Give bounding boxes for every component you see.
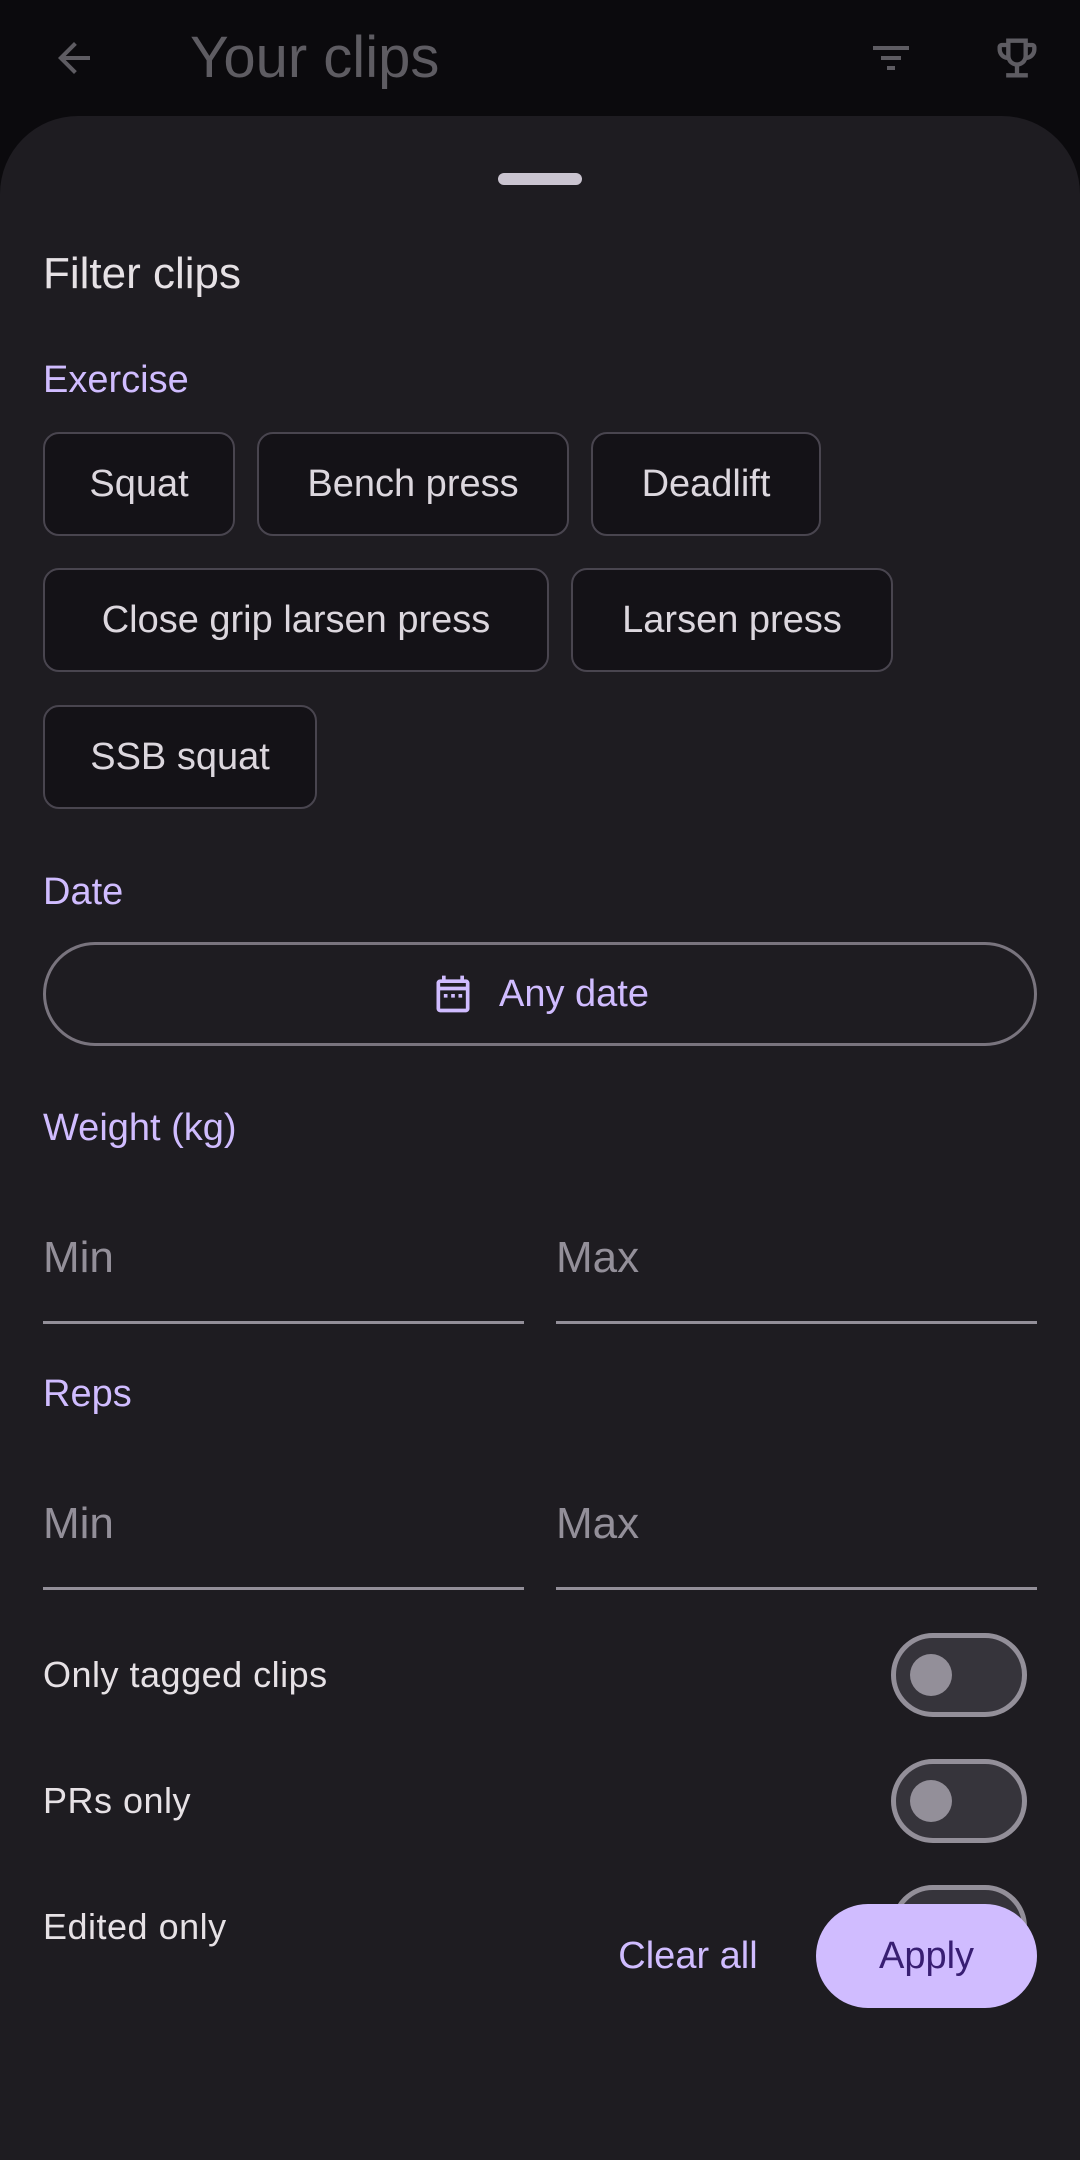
chip-close-grip-larsen-press[interactable]: Close grip larsen press [43, 568, 549, 672]
reps-section-label: Reps [43, 1373, 132, 1415]
prs-only-label: PRs only [43, 1780, 192, 1821]
weight-section-label: Weight (kg) [43, 1107, 237, 1149]
apply-button[interactable]: Apply [816, 1904, 1037, 2008]
switch-thumb [910, 1780, 952, 1822]
only-tagged-clips-label: Only tagged clips [43, 1654, 328, 1695]
chip-bench-press[interactable]: Bench press [257, 432, 569, 536]
reps-max-input[interactable]: Max [556, 1460, 1037, 1590]
calendar-icon [436, 975, 470, 1013]
clear-all-button[interactable]: Clear all [600, 1904, 776, 2008]
trophy-button[interactable] [977, 18, 1057, 98]
reps-min-placeholder: Min [43, 1499, 114, 1548]
date-picker-button[interactable]: Any date [43, 942, 1037, 1046]
filter-bottom-sheet: Filter clips Exercise Squat Bench press … [0, 116, 1080, 2160]
chip-squat[interactable]: Squat [43, 432, 235, 536]
chip-larsen-press[interactable]: Larsen press [571, 568, 893, 672]
weight-max-placeholder: Max [556, 1233, 640, 1282]
date-section-label: Date [43, 871, 124, 913]
exercise-section-label: Exercise [43, 359, 189, 401]
filter-list-icon [873, 46, 909, 70]
trophy-icon [997, 38, 1037, 78]
sheet-title: Filter clips [43, 249, 242, 298]
weight-max-input[interactable]: Max [556, 1194, 1037, 1324]
drag-handle[interactable] [498, 173, 582, 185]
prs-only-switch[interactable] [891, 1759, 1027, 1843]
weight-min-input[interactable]: Min [43, 1194, 524, 1324]
arrow-back-icon [58, 42, 90, 74]
weight-min-placeholder: Min [43, 1233, 114, 1282]
page-title: Your clips [190, 25, 440, 90]
screen: Your clips Filter clips Exercise Squat B… [0, 0, 1080, 2160]
filter-button[interactable] [851, 18, 931, 98]
reps-max-placeholder: Max [556, 1499, 640, 1548]
only-tagged-clips-switch[interactable] [891, 1633, 1027, 1717]
reps-min-input[interactable]: Min [43, 1460, 524, 1590]
edited-only-label: Edited only [43, 1906, 227, 1947]
chip-deadlift[interactable]: Deadlift [591, 432, 821, 536]
app-bar: Your clips [0, 0, 1080, 116]
back-button[interactable] [34, 18, 114, 98]
switch-thumb [910, 1654, 952, 1696]
chip-ssb-squat[interactable]: SSB squat [43, 705, 317, 809]
date-button-label: Any date [499, 972, 649, 1015]
